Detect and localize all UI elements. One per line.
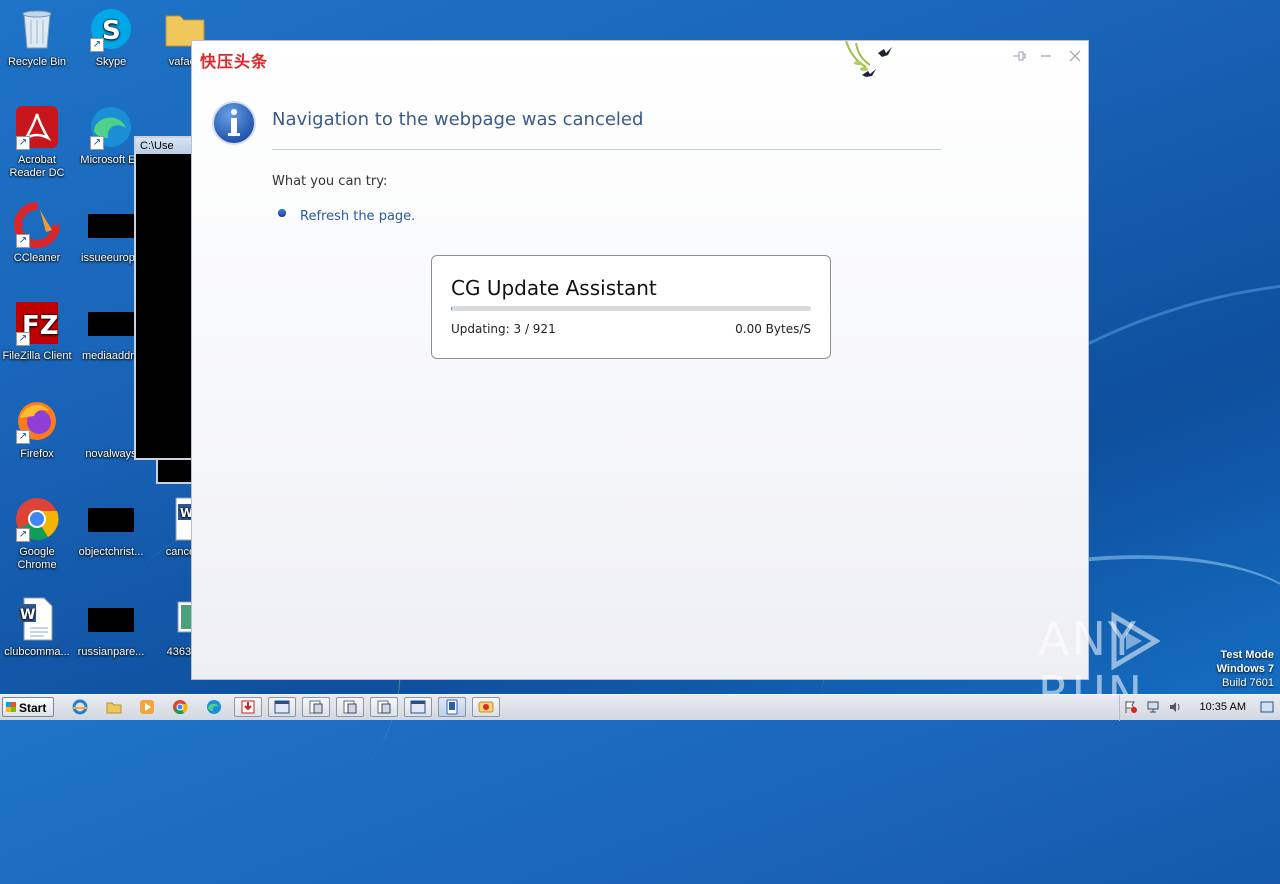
active-window-taskbar-icon[interactable]	[438, 697, 466, 717]
birds-decoration-icon	[845, 41, 892, 77]
installer-taskbar-icon[interactable]	[234, 697, 262, 717]
recycle-bin-icon	[14, 6, 60, 52]
update-speed-text: 0.00 Bytes/S	[735, 322, 811, 336]
ie-taskbar-icon[interactable]	[66, 697, 94, 717]
volume-icon[interactable]	[1166, 697, 1184, 717]
dialog-title: CG Update Assistant	[451, 276, 657, 300]
edge-icon: ↗	[88, 104, 134, 150]
shortcut-arrow-icon: ↗	[16, 528, 30, 542]
file-icon	[88, 312, 134, 336]
info-icon	[212, 101, 256, 145]
shortcut-arrow-icon: ↗	[90, 136, 104, 150]
firefox-icon: ↗	[14, 398, 60, 444]
system-tray: 10:35 AM	[1119, 695, 1280, 721]
chrome-taskbar-icon[interactable]	[166, 697, 194, 717]
test-mode-label: Test Mode	[1220, 649, 1274, 661]
setup-taskbar-icon[interactable]	[336, 697, 364, 717]
browser-popup-window[interactable]: 快压头条 Navigation to the webpage was cance…	[191, 40, 1089, 680]
cmd-window-edge	[156, 460, 194, 484]
cmd-window-title: C:\Use	[136, 138, 192, 154]
file-icon	[88, 214, 134, 238]
taskbar: Start 10:35 AM	[0, 694, 1280, 721]
desktop-icon-firefox[interactable]: ↗ Firefox	[0, 398, 74, 461]
shortcut-arrow-icon: ↗	[16, 430, 30, 444]
error-heading: Navigation to the webpage was canceled	[272, 109, 644, 130]
svg-text:S: S	[102, 16, 121, 46]
update-progress-fill	[451, 306, 453, 311]
desktop-icon-filezilla[interactable]: FZ ↗ FileZilla Client	[0, 300, 74, 363]
taskbar-clock[interactable]: 10:35 AM	[1200, 701, 1246, 713]
ccleaner-icon: ↗	[14, 202, 60, 248]
desktop-icon-skype[interactable]: S ↗ Skype	[74, 6, 148, 69]
play-logo-icon	[1111, 612, 1160, 670]
word-doc-icon: W	[14, 596, 60, 642]
what-you-can-try-label: What you can try:	[272, 174, 388, 189]
explorer-taskbar-icon[interactable]	[100, 697, 128, 717]
os-label: Windows 7	[1216, 663, 1274, 675]
desktop-icon-ccleaner[interactable]: ↗ CCleaner	[0, 202, 74, 265]
close-icon[interactable]	[1064, 47, 1086, 67]
shortcut-arrow-icon: ↗	[16, 234, 30, 248]
svg-text:W: W	[20, 607, 35, 623]
heading-divider	[272, 149, 941, 150]
update-assistant-dialog[interactable]: CG Update Assistant Updating: 3 / 921 0.…	[431, 255, 831, 359]
bullet-icon	[278, 209, 286, 217]
test-mode-notice: Test Mode Windows 7 Build 7601	[1217, 648, 1274, 690]
edge-taskbar-icon[interactable]	[200, 697, 228, 717]
cmd-window[interactable]: C:\Use	[134, 136, 194, 460]
media-player-taskbar-icon[interactable]	[133, 697, 161, 717]
desktop-icon-objectchrist[interactable]: objectchrist...	[74, 496, 148, 559]
update-progress-bar	[451, 306, 811, 311]
shortcut-arrow-icon: ↗	[16, 332, 30, 346]
setup-taskbar-icon[interactable]	[302, 697, 330, 717]
shortcut-arrow-icon: ↗	[90, 38, 104, 52]
update-status-text: Updating: 3 / 921	[451, 322, 556, 336]
build-label: Build 7601	[1222, 677, 1274, 689]
file-icon	[88, 410, 134, 434]
acrobat-icon: ↗	[14, 104, 60, 150]
minimize-icon[interactable]	[1035, 47, 1057, 67]
filezilla-icon: FZ ↗	[14, 300, 60, 346]
desktop-icon-recycle-bin[interactable]: Recycle Bin	[0, 6, 74, 69]
desktop-icon-acrobat[interactable]: ↗ Acrobat Reader DC	[0, 104, 74, 180]
file-icon	[88, 608, 134, 632]
network-icon[interactable]	[1144, 697, 1162, 717]
file-icon	[88, 508, 134, 532]
app-window-taskbar-icon[interactable]	[268, 697, 296, 717]
chrome-icon: ↗	[14, 496, 60, 542]
show-desktop-icon[interactable]	[1258, 697, 1276, 717]
refresh-page-link[interactable]: Refresh the page.	[300, 209, 415, 224]
skype-icon: S ↗	[88, 6, 134, 52]
start-button[interactable]: Start	[2, 697, 54, 717]
shortcut-arrow-icon: ↗	[16, 136, 30, 150]
kuaiya-taskbar-icon[interactable]	[472, 697, 500, 717]
app-window-taskbar-icon[interactable]	[404, 697, 432, 717]
action-center-flag-icon[interactable]	[1122, 697, 1140, 717]
desktop-icon-clubcomma[interactable]: W clubcomma...	[0, 596, 74, 659]
desktop-icon-russianpare[interactable]: russianpare...	[74, 596, 148, 659]
brand-title: 快压头条	[200, 52, 269, 71]
desktop-icon-chrome[interactable]: ↗ Google Chrome	[0, 496, 74, 572]
pin-icon[interactable]	[1008, 47, 1030, 67]
setup-taskbar-icon[interactable]	[370, 697, 398, 717]
